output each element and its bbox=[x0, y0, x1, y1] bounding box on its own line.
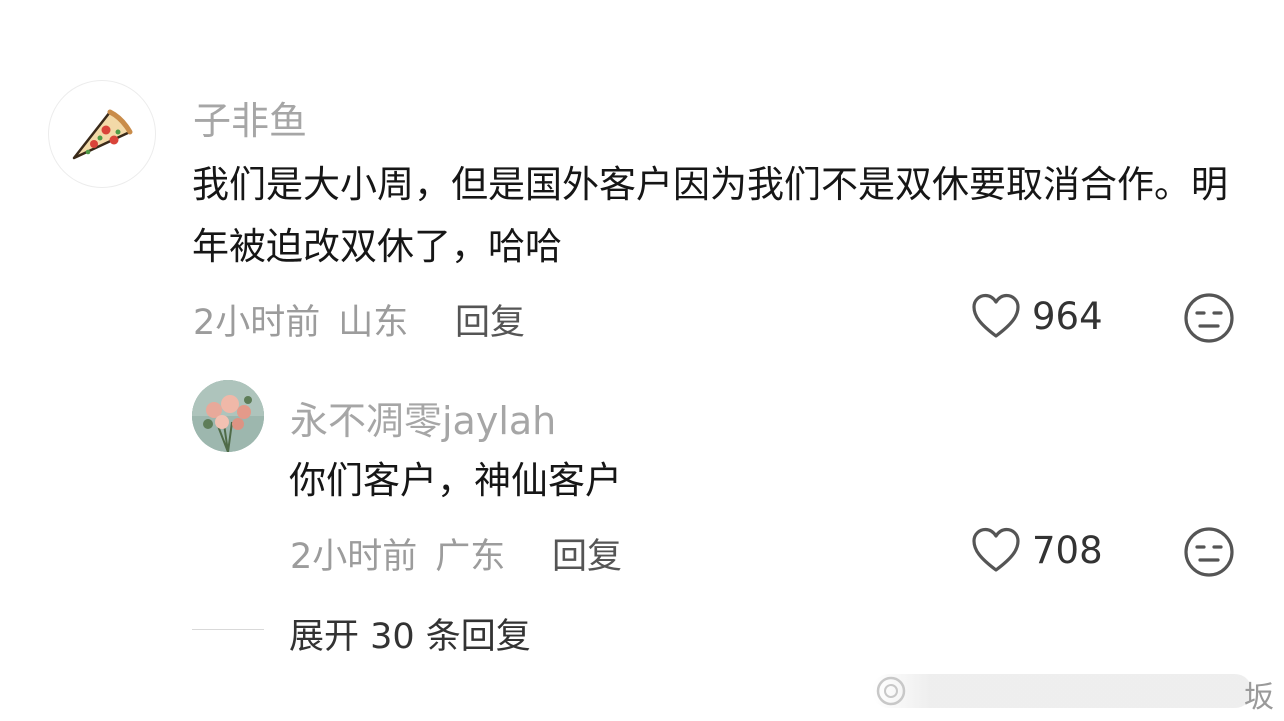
reply-text: 你们客户，神仙客户 bbox=[289, 459, 622, 502]
like-count: 964 bbox=[1032, 294, 1103, 338]
reply-time: 2小时前 bbox=[290, 537, 418, 577]
reply-reply-button[interactable]: 回复 bbox=[552, 528, 622, 579]
reply-like-button[interactable]: 708 bbox=[970, 526, 1103, 574]
comment-text: 我们是大小周，但是国外客户因为我们不是双休要取消合作。明年被迫改双休了，哈哈 bbox=[192, 163, 1228, 268]
reply-like-count: 708 bbox=[1032, 528, 1103, 572]
comment-meta: 2小时前 山东 bbox=[193, 294, 408, 345]
comment-location: 山东 bbox=[338, 303, 409, 343]
comment-time: 2小时前 bbox=[193, 303, 321, 343]
pizza-slice-icon bbox=[72, 109, 133, 160]
reply-button[interactable]: 回复 bbox=[455, 294, 525, 345]
reply-meta: 2小时前 广东 bbox=[290, 528, 505, 579]
watermark-text: 坂 bbox=[1244, 680, 1274, 715]
expand-replies-button[interactable]: 展开 30 条回复 bbox=[289, 608, 531, 659]
like-button[interactable]: 964 bbox=[970, 292, 1103, 340]
reply-dislike-button[interactable] bbox=[1183, 526, 1235, 578]
weibo-logo-icon bbox=[876, 676, 906, 706]
meh-face-icon bbox=[1184, 527, 1234, 577]
avatar[interactable] bbox=[48, 80, 156, 188]
heart-icon bbox=[972, 293, 1020, 338]
expand-divider bbox=[192, 629, 264, 630]
reply-avatar[interactable] bbox=[192, 380, 264, 452]
comment-username[interactable]: 子非鱼 bbox=[193, 90, 307, 145]
heart-icon bbox=[972, 527, 1020, 572]
reply-username[interactable]: 永不凋零jaylah bbox=[290, 390, 556, 445]
flower-bouquet-avatar bbox=[192, 380, 264, 452]
watermark-bar bbox=[872, 674, 1252, 708]
dislike-button[interactable] bbox=[1183, 292, 1235, 344]
meh-face-icon bbox=[1184, 293, 1234, 343]
reply-location: 广东 bbox=[435, 537, 506, 577]
